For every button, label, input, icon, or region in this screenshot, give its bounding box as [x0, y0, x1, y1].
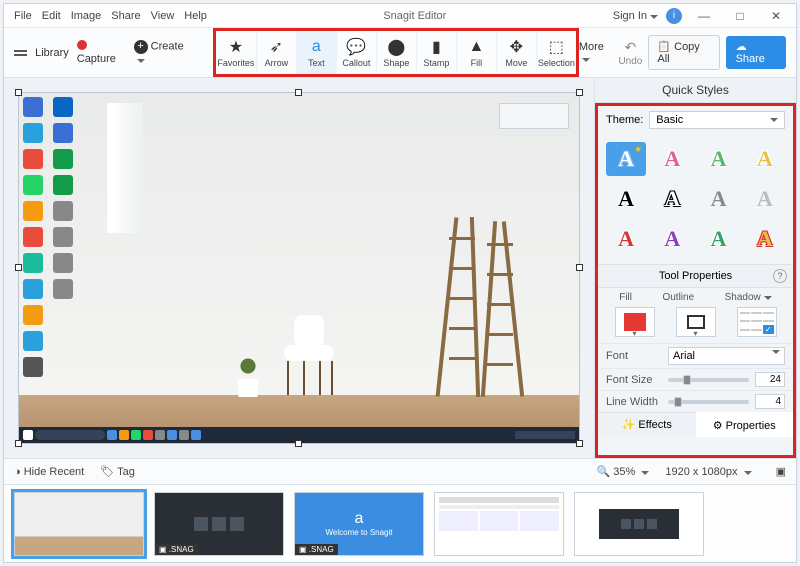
linewidth-label: Line Width: [606, 396, 662, 408]
quick-style-9[interactable]: A: [652, 222, 692, 256]
tag-button[interactable]: 🏷 Tag: [100, 465, 135, 478]
linewidth-value[interactable]: 4: [755, 394, 785, 409]
linewidth-slider[interactable]: [668, 400, 749, 404]
tool-callout[interactable]: 💬Callout: [336, 31, 376, 74]
menu-edit[interactable]: Edit: [42, 10, 61, 22]
quick-style-2[interactable]: A: [699, 142, 739, 176]
thumbnail-tray: ▣ .SNAGaWelcome to Snagit▣ .SNAG: [4, 484, 796, 562]
font-select[interactable]: Arial: [668, 347, 785, 365]
tool-strip: ★Favorites➶ArrowaText💬Callout⬤Shape▮Stam…: [213, 28, 579, 77]
account-icon[interactable]: i: [666, 8, 682, 24]
window-title: Snagit Editor: [217, 10, 613, 22]
styles-grid: A★AAAAAAAAAAA: [598, 134, 793, 264]
canvas-wrap: [4, 78, 594, 458]
quick-style-0[interactable]: A★: [606, 142, 646, 176]
main-toolbar: Library Capture + Create ★Favorites➶Arro…: [4, 28, 796, 78]
thumbnail-3[interactable]: [434, 492, 564, 556]
capture-button[interactable]: Capture: [77, 40, 126, 65]
maximize-button[interactable]: □: [726, 6, 754, 26]
font-label: Font: [606, 350, 662, 362]
fontsize-slider[interactable]: [668, 378, 749, 382]
quick-style-3[interactable]: A: [745, 142, 785, 176]
tool-text[interactable]: aText: [296, 31, 336, 74]
library-button[interactable]: Library: [35, 47, 69, 59]
tool-fill[interactable]: ▲Fill: [456, 31, 496, 74]
zoom-control[interactable]: 🔍 35%: [597, 465, 650, 478]
thumbnail-4[interactable]: [574, 492, 704, 556]
minimize-button[interactable]: —: [690, 6, 718, 26]
quick-styles-header: Quick Styles: [595, 78, 796, 103]
tool-shape[interactable]: ⬤Shape: [376, 31, 416, 74]
fill-swatch[interactable]: ▾: [615, 307, 655, 337]
effects-tab[interactable]: ✨ Effects: [598, 413, 696, 437]
thumbnail-2[interactable]: aWelcome to Snagit▣ .SNAG: [294, 492, 424, 556]
outline-swatch[interactable]: ▾: [676, 307, 716, 337]
quick-style-8[interactable]: A: [606, 222, 646, 256]
menu-bar: File Edit Image Share View Help: [4, 10, 217, 22]
main-area: Quick Styles Theme: Basic A★AAAAAAAAAAA …: [4, 78, 796, 458]
floating-widget: [499, 103, 569, 129]
tool-stamp[interactable]: ▮Stamp: [416, 31, 456, 74]
hide-recent-button[interactable]: ◑ Hide Recent: [14, 466, 84, 478]
hamburger-icon[interactable]: [14, 50, 27, 56]
dimensions-control[interactable]: 1920 x 1080px: [665, 466, 751, 478]
footer-bar: ◑ Hide Recent 🏷 Tag 🔍 35% 1920 x 1080px …: [4, 458, 796, 484]
quick-style-5[interactable]: A: [652, 182, 692, 216]
menu-image[interactable]: Image: [71, 10, 102, 22]
tool-selection[interactable]: ⬚Selection: [536, 31, 576, 74]
quick-style-11[interactable]: A: [745, 222, 785, 256]
fontsize-value[interactable]: 24: [755, 372, 785, 387]
close-button[interactable]: ✕: [762, 6, 790, 26]
create-button[interactable]: + Create: [134, 40, 191, 66]
canvas[interactable]: [18, 92, 580, 444]
app-window: File Edit Image Share View Help Snagit E…: [3, 3, 797, 563]
titlebar: File Edit Image Share View Help Snagit E…: [4, 4, 796, 28]
share-button[interactable]: ☁ Share: [726, 36, 786, 69]
shadow-label: Shadow: [725, 292, 772, 303]
properties-tab[interactable]: ⚙ Properties: [696, 412, 794, 437]
more-button[interactable]: More: [579, 41, 613, 65]
theme-select[interactable]: Basic: [649, 111, 785, 129]
shadow-swatch[interactable]: ✓: [737, 307, 777, 337]
quick-style-10[interactable]: A: [699, 222, 739, 256]
tool-move[interactable]: ✥Move: [496, 31, 536, 74]
help-icon[interactable]: ?: [773, 269, 787, 283]
signin-link[interactable]: Sign In: [613, 10, 658, 22]
menu-view[interactable]: View: [151, 10, 175, 22]
tool-properties-header: Tool Properties?: [598, 264, 793, 288]
tool-favorites[interactable]: ★Favorites: [216, 31, 256, 74]
menu-share[interactable]: Share: [111, 10, 140, 22]
quick-style-6[interactable]: A: [699, 182, 739, 216]
quick-style-1[interactable]: A: [652, 142, 692, 176]
theme-label: Theme:: [606, 114, 643, 126]
quick-style-4[interactable]: A: [606, 182, 646, 216]
fill-label: Fill: [619, 292, 632, 303]
screenshot-content: [19, 93, 579, 443]
menu-file[interactable]: File: [14, 10, 32, 22]
fit-icon[interactable]: ▣: [776, 465, 786, 478]
outline-label: Outline: [662, 292, 694, 303]
quick-style-7[interactable]: A: [745, 182, 785, 216]
right-panel: Quick Styles Theme: Basic A★AAAAAAAAAAA …: [594, 78, 796, 458]
tool-arrow[interactable]: ➶Arrow: [256, 31, 296, 74]
undo-button[interactable]: ↶Undo: [618, 39, 642, 67]
thumbnail-0[interactable]: [14, 492, 144, 556]
fontsize-label: Font Size: [606, 374, 662, 386]
thumbnail-1[interactable]: ▣ .SNAG: [154, 492, 284, 556]
copy-all-button[interactable]: 📋 Copy All: [648, 35, 719, 70]
menu-help[interactable]: Help: [184, 10, 207, 22]
